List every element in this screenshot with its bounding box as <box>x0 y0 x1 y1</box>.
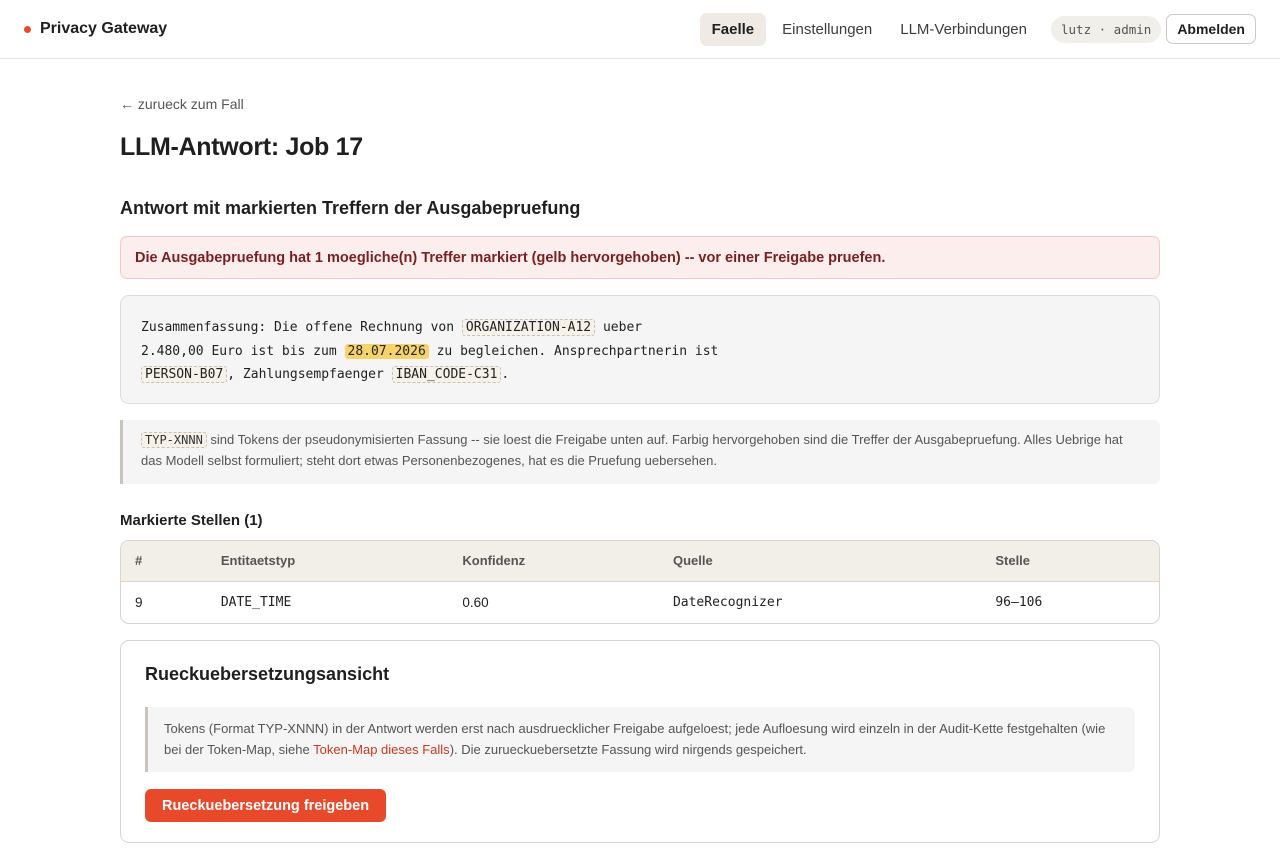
top-bar: Privacy Gateway Faelle Einstellungen LLM… <box>0 0 1280 59</box>
token-person: PERSON-B07 <box>141 366 228 383</box>
brand-name: Privacy Gateway <box>40 20 168 37</box>
page-title: LLM-Antwort: Job 17 <box>120 133 363 161</box>
column-header-confidence: Konfidenz <box>448 541 659 582</box>
cell-span: 96–106 <box>995 594 1043 610</box>
translation-note: Tokens (Format TYP-XNNN) in der Antwort … <box>145 707 1135 772</box>
answer-text: Zusammenfassung: Die offene Rechnung von <box>141 320 462 335</box>
table-header-row: # Entitaetstyp Konfidenz Quelle Stelle <box>121 541 1159 582</box>
llm-answer: Zusammenfassung: Die offene Rechnung von… <box>120 295 1160 404</box>
token-explanation-note: TYP-XNNN sind Tokens der pseudonymisiert… <box>120 420 1160 484</box>
translation-title: Rueckuebersetzungsansicht <box>145 664 390 684</box>
token-format-example: TYP-XNNN <box>141 432 207 448</box>
token-map-link[interactable]: Token-Map dieses Falls <box>313 742 450 757</box>
answer-text: 2.480,00 Euro ist bis zum <box>141 343 345 359</box>
cell-source: DateRecognizer <box>672 594 783 610</box>
token-iban: IBAN_CODE-C31 <box>391 366 502 383</box>
brand-dot-icon <box>24 25 31 33</box>
marked-title: Markierte Stellen (1) <box>120 512 263 529</box>
warning-alert: Die Ausgabepruefung hat 1 moegliche(n) T… <box>120 236 1160 279</box>
nav-item-einstellungen[interactable]: Einstellungen <box>770 13 884 46</box>
main-nav: Faelle Einstellungen LLM-Verbindungen lu… <box>696 12 1256 46</box>
section-title: Antwort mit markierten Treffern der Ausg… <box>120 198 581 218</box>
column-header-type: Entitaetstyp <box>206 541 449 582</box>
answer-line-3: PERSON-B07, Zahlungsempfaenger IBAN_CODE… <box>141 363 1139 387</box>
answer-line-2: 2.480,00 Euro ist bis zum 28.07.2026 zu … <box>141 340 1139 364</box>
note-text: sind Tokens der pseudonymisierten Fassun… <box>141 432 1123 468</box>
nav-item-faelle[interactable]: Faelle <box>699 12 767 46</box>
highlighted-hit: 28.07.2026 <box>344 343 429 359</box>
column-header-id: # <box>121 541 207 582</box>
cell-type: DATE_TIME <box>220 594 292 610</box>
brand[interactable]: Privacy Gateway <box>24 20 167 38</box>
column-header-span: Stelle <box>981 541 1159 582</box>
cell-id: 9 <box>135 594 143 610</box>
answer-text: . <box>501 367 510 382</box>
marked-table: # Entitaetstyp Konfidenz Quelle Stelle 9… <box>120 540 1160 624</box>
column-header-source: Quelle <box>658 541 982 582</box>
answer-text: zu begleichen. Ansprechpartnerin ist <box>428 343 719 359</box>
cell-confidence: 0.60 <box>462 594 489 610</box>
logout-button[interactable]: Abmelden <box>1166 14 1256 44</box>
answer-text: ueber <box>595 320 643 335</box>
token-organization: ORGANIZATION-A12 <box>461 319 596 336</box>
answer-line-1: Zusammenfassung: Die offene Rechnung von… <box>141 316 1139 340</box>
back-link[interactable]: ← zurueck zum Fall <box>120 96 244 112</box>
translation-card: Rueckuebersetzungsansicht Tokens (Format… <box>120 640 1160 843</box>
answer-text: , Zahlungsempfaenger <box>227 367 392 382</box>
nav-item-llm-verbindungen[interactable]: LLM-Verbindungen <box>888 13 1039 46</box>
release-translation-button[interactable]: Rueckuebersetzung freigeben <box>145 789 387 822</box>
table-row: 9 DATE_TIME 0.60 DateRecognizer 96–106 <box>121 581 1159 623</box>
translation-note-text-end: ). Die zurueckuebersetzte Fassung wird n… <box>449 742 807 757</box>
user-chip: lutz · admin <box>1051 15 1162 43</box>
